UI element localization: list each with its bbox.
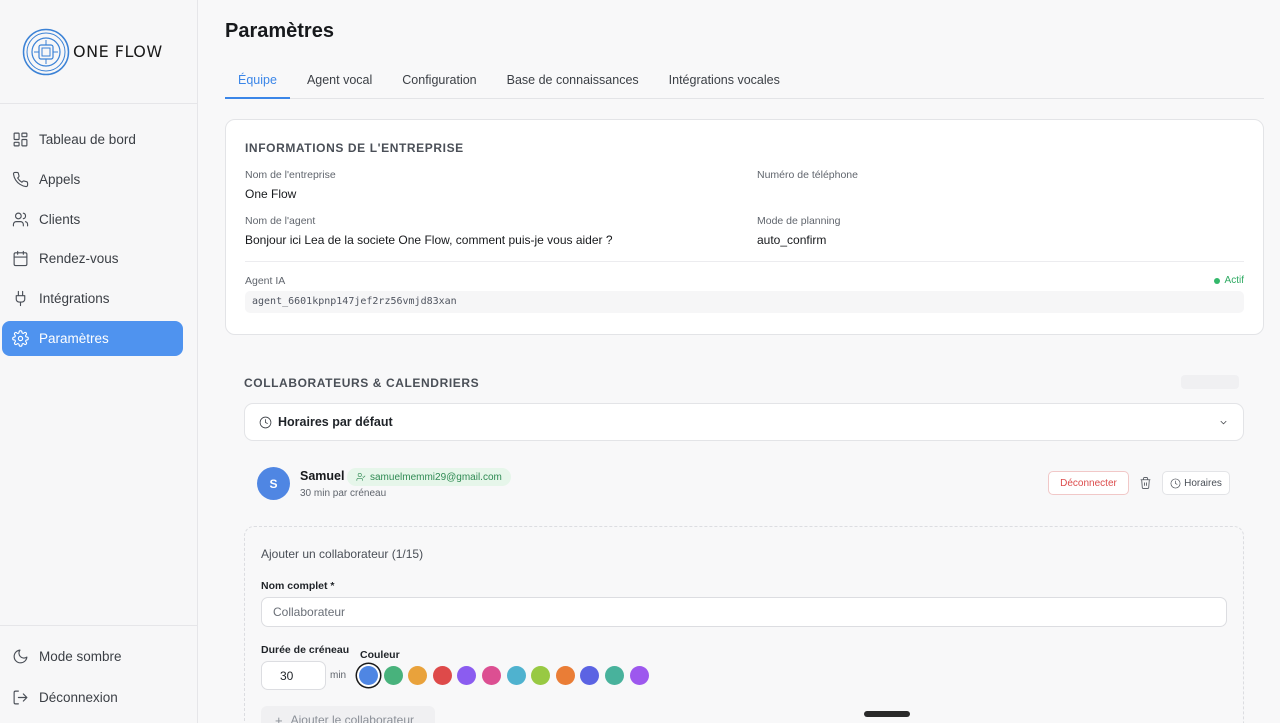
page-title: Paramètres [225,20,334,42]
tab-voice-integrations[interactable]: Intégrations vocales [656,62,793,98]
main-content: Paramètres Équipe Agent vocal Configurat… [198,0,1280,723]
chevron-down-icon [1220,420,1227,425]
color-swatch[interactable] [506,666,526,685]
settings-tabs: Équipe Agent vocal Configuration Base de… [225,62,1264,99]
planning-mode-label: Mode de planning [757,215,841,227]
status-dot-icon [1213,277,1220,284]
ai-agent-label: Agent IA [245,275,286,287]
company-name-value: One Flow [245,187,297,201]
sidebar-item-label: Appels [39,171,81,187]
tab-configuration[interactable]: Configuration [389,62,489,98]
sidebar-bottom: Mode sombre Déconnexion [0,625,197,723]
user-check-icon [356,472,366,481]
collaborator-email: samuelmemmi29@gmail.com [370,471,502,483]
color-swatch[interactable] [359,666,378,685]
add-collaborator-button[interactable]: + Ajouter le collaborateur [261,706,435,723]
phone-label: Numéro de téléphone [757,169,858,181]
logout-icon [13,690,28,705]
card-divider [245,261,1244,262]
dashboard-icon [13,132,28,147]
hours-button[interactable]: Horaires [1162,471,1230,495]
agent-name-value: Bonjour ici Lea de la societe One Flow, … [245,233,613,247]
logout-label: Déconnexion [39,690,118,705]
ai-agent-id[interactable]: agent_6601kpnp147jef2rz56vmjd83xan [245,291,1244,313]
color-swatch[interactable] [481,666,501,685]
color-label: Couleur [360,649,400,661]
add-collaborator-panel: Ajouter un collaborateur (1/15) Nom comp… [244,526,1244,723]
color-swatch[interactable] [383,666,403,685]
logo-icon [22,28,70,75]
color-swatch[interactable] [629,666,649,685]
company-name-label: Nom de l'entreprise [245,169,336,181]
color-swatch[interactable] [580,666,600,685]
collaborator-slot: 30 min par créneau [300,488,387,499]
collaborators-placeholder [1181,375,1239,389]
plus-icon: + [275,712,283,723]
color-picker [359,666,654,685]
phone-icon [12,171,29,187]
slot-duration-label: Durée de créneau [261,644,350,656]
sidebar-item-clients[interactable]: Clients [2,202,183,237]
collaborators-title: COLLABORATEURS & CALENDRIERS [244,376,480,390]
add-collaborator-label: Ajouter le collaborateur [290,713,414,723]
sidebar-item-settings[interactable]: Paramètres [2,320,183,356]
users-icon [12,212,29,227]
default-hours-label: Horaires par défaut [278,415,393,429]
disconnect-button[interactable]: Déconnecter [1048,471,1129,495]
hours-button-label: Horaires [1184,477,1222,489]
trash-icon[interactable] [1139,476,1152,490]
planning-mode-value: auto_confirm [757,233,827,247]
default-hours-accordion[interactable]: Horaires par défaut [244,403,1244,441]
slot-duration-input[interactable] [261,661,326,690]
sidebar-item-label: Intégrations [39,291,110,307]
color-swatch[interactable] [432,666,452,685]
brand-name: ONE FLOW [73,42,163,61]
logo[interactable]: ONE FLOW [0,0,197,104]
sidebar-item-label: Rendez-vous [39,251,119,267]
dark-mode-toggle[interactable]: Mode sombre [2,639,183,674]
collaborator-row: S Samuel samuelmemmi29@gmail.com 30 min … [257,467,1247,503]
sidebar-item-dashboard[interactable]: Tableau de bord [2,122,183,157]
color-swatch[interactable] [457,666,477,685]
sidebar-item-appointments[interactable]: Rendez-vous [2,241,183,276]
logout-button[interactable]: Déconnexion [2,680,183,715]
sidebar-item-label: Paramètres [39,330,109,346]
company-info-card: INFORMATIONS DE L'ENTREPRISE Nom de l'en… [225,119,1264,335]
collaborator-name: Samuel [300,469,345,483]
calendar-icon [13,251,28,267]
scroll-handle[interactable] [864,711,910,717]
sidebar-item-label: Clients [39,211,81,227]
moon-icon [13,649,28,664]
gear-icon [12,330,29,347]
plug-icon [15,291,26,307]
clock-icon [259,416,272,428]
dark-mode-label: Mode sombre [39,649,122,664]
color-swatch[interactable] [555,666,575,685]
sidebar-item-calls[interactable]: Appels [2,162,183,197]
tab-voice-agent[interactable]: Agent vocal [294,62,385,98]
status-badge: Actif [1213,275,1244,286]
add-collaborator-title: Ajouter un collaborateur (1/15) [261,547,424,561]
sidebar: ONE FLOW Tableau de bord Appels Clients … [0,0,198,723]
full-name-input[interactable] [261,597,1227,627]
agent-name-label: Nom de l'agent [245,215,316,227]
collaborator-email-badge: samuelmemmi29@gmail.com [347,468,511,486]
tab-knowledge-base[interactable]: Base de connaissances [494,62,652,98]
avatar: S [257,467,290,500]
sidebar-nav: Tableau de bord Appels Clients Rendez-vo… [0,104,197,356]
full-name-label: Nom complet * [261,580,335,592]
color-swatch[interactable] [531,666,551,685]
tab-team[interactable]: Équipe [225,62,290,99]
sidebar-item-integrations[interactable]: Intégrations [2,281,183,316]
status-text: Actif [1224,275,1244,286]
slot-duration-unit: min [330,670,347,681]
color-swatch[interactable] [604,666,624,685]
color-swatch[interactable] [408,666,428,685]
company-info-title: INFORMATIONS DE L'ENTREPRISE [245,141,464,155]
sidebar-item-label: Tableau de bord [39,132,136,147]
clock-icon [1170,478,1181,488]
